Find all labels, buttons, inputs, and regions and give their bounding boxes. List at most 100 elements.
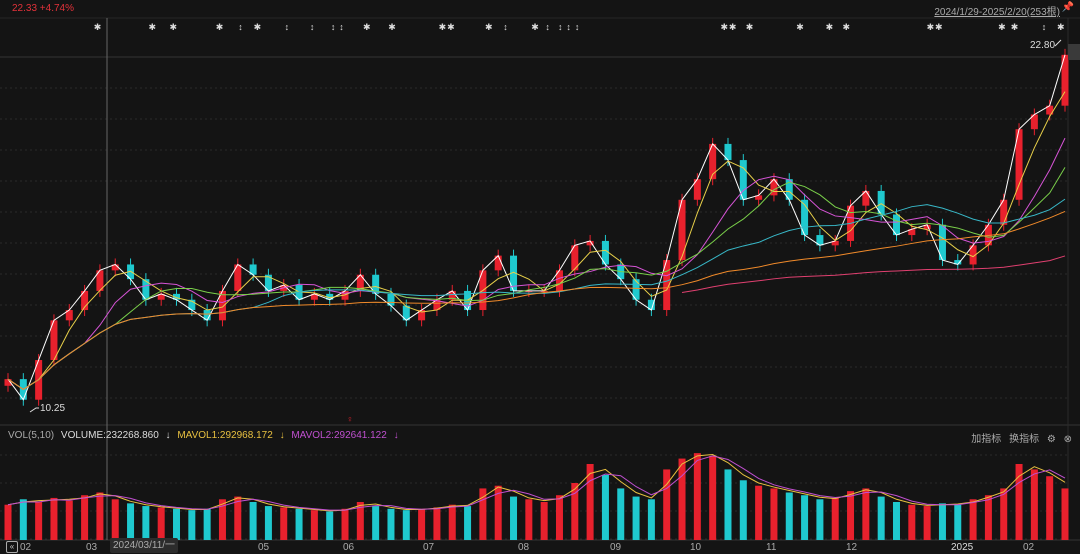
volume-bar bbox=[402, 510, 410, 540]
event-star-icon: ✱ bbox=[729, 22, 737, 32]
volume-bar bbox=[816, 499, 824, 540]
volume-bar bbox=[678, 458, 686, 540]
event-star-icon: ✱ bbox=[998, 22, 1006, 32]
down-arrow-icon: ↓ bbox=[393, 430, 399, 441]
month-label: 2025 bbox=[951, 542, 974, 553]
event-star-icon: ✱ bbox=[796, 22, 804, 32]
month-label: 08 bbox=[518, 542, 530, 553]
month-label: 02 bbox=[1023, 542, 1035, 553]
volume-bar bbox=[295, 508, 303, 540]
volume-bar bbox=[142, 506, 150, 540]
volume-bar bbox=[157, 507, 165, 540]
volume-bar bbox=[127, 503, 135, 540]
volume-bar bbox=[693, 453, 701, 540]
close-icon[interactable]: ⊗ bbox=[1064, 434, 1072, 445]
event-star-icon: ✱ bbox=[94, 22, 102, 32]
volume-bar bbox=[387, 508, 395, 540]
volume-bar bbox=[81, 495, 89, 540]
volume-bar bbox=[847, 491, 855, 540]
volume-bar bbox=[464, 506, 472, 540]
volume-bar bbox=[96, 492, 104, 540]
volume-bar bbox=[617, 488, 625, 540]
volume-bar bbox=[1015, 464, 1023, 540]
gear-icon[interactable]: ⚙ bbox=[1047, 434, 1056, 445]
volume-value: VOLUME:232268.860 bbox=[60, 430, 159, 441]
volume-indicator-header: VOL(5,10) VOLUME:232268.860 ↓ MAVOL1:292… bbox=[8, 430, 403, 441]
event-arrow-icon: ↕ bbox=[503, 22, 508, 32]
event-star-icon: ✱ bbox=[1011, 22, 1019, 32]
mavol2-value: MAVOL2:292641.122 bbox=[291, 430, 387, 441]
volume-bar bbox=[173, 508, 181, 540]
volume-bar bbox=[249, 502, 257, 540]
event-arrow-icon: ↕ bbox=[558, 22, 563, 32]
ma-line-20 bbox=[7, 137, 1066, 391]
month-label: 03 bbox=[86, 542, 98, 553]
volume-bar bbox=[433, 507, 441, 540]
event-star-icon: ✱ bbox=[935, 22, 943, 32]
switch-indicator-button[interactable]: 换指标 bbox=[1009, 434, 1039, 445]
event-star-icon: ✱ bbox=[1057, 22, 1065, 32]
pin-icon[interactable]: 📌 bbox=[1062, 2, 1074, 13]
volume-bar bbox=[510, 496, 518, 540]
event-star-icon: ✱ bbox=[216, 22, 224, 32]
event-star-icon: ✱ bbox=[842, 22, 850, 32]
volume-bar bbox=[831, 497, 839, 540]
ma-line-120 bbox=[7, 210, 1066, 391]
scrollbar-thumb[interactable] bbox=[1068, 44, 1080, 60]
month-label: 06 bbox=[343, 542, 355, 553]
event-star-icon: ✱ bbox=[826, 22, 834, 32]
volume-bar bbox=[632, 496, 640, 540]
volume-bar bbox=[923, 506, 931, 540]
volume-bar bbox=[601, 474, 609, 540]
event-star-icon: ✱ bbox=[439, 22, 447, 32]
add-indicator-button[interactable]: 加指标 bbox=[971, 434, 1001, 445]
month-label: 07 bbox=[423, 542, 435, 553]
volume-bar bbox=[310, 510, 318, 540]
event-star-icon: ✱ bbox=[388, 22, 396, 32]
event-star-icon: ✱ bbox=[254, 22, 262, 32]
signal-icon: ♀ bbox=[347, 414, 354, 424]
volume-bar bbox=[65, 500, 73, 540]
price-change-quote: 22.33 +4.74% bbox=[12, 3, 74, 14]
volume-bar bbox=[418, 508, 426, 540]
volume-bar bbox=[908, 504, 916, 540]
volume-bar bbox=[1046, 476, 1054, 540]
volume-bar bbox=[862, 488, 870, 540]
volume-bar bbox=[188, 510, 196, 540]
indicator-name: VOL(5,10) bbox=[8, 430, 55, 441]
double-chevron-left-icon[interactable]: « bbox=[6, 541, 18, 553]
event-star-icon: ✱ bbox=[447, 22, 455, 32]
volume-bar bbox=[954, 504, 962, 540]
volume-bar bbox=[1061, 488, 1069, 540]
volume-bar bbox=[892, 502, 900, 540]
event-star-icon: ✱ bbox=[721, 22, 729, 32]
volume-bar bbox=[709, 455, 717, 540]
volume-bar bbox=[555, 495, 563, 540]
month-label: 02 bbox=[20, 542, 32, 553]
crosshair-date-label: 2024/03/11/一 bbox=[110, 538, 178, 553]
event-star-icon: ✱ bbox=[531, 22, 539, 32]
volume-bar bbox=[280, 507, 288, 540]
high-pointer bbox=[1054, 39, 1062, 47]
ma-line-10 bbox=[7, 91, 1066, 391]
month-label: 09 bbox=[610, 542, 622, 553]
event-star-icon: ✱ bbox=[746, 22, 754, 32]
event-arrow-icon: ↕ bbox=[545, 22, 550, 32]
volume-bar bbox=[326, 511, 334, 540]
volume-bar bbox=[877, 496, 885, 540]
volume-bar bbox=[111, 499, 119, 540]
high-price-label: 22.80 bbox=[1030, 40, 1056, 51]
event-arrow-icon: ↕ bbox=[238, 22, 243, 32]
ma-line-5 bbox=[7, 54, 1066, 401]
event-star-icon: ✱ bbox=[485, 22, 493, 32]
date-range-label[interactable]: 2024/1/29-2025/2/20(253根) bbox=[934, 3, 1060, 18]
event-arrow-icon: ↕ bbox=[310, 22, 315, 32]
volume-bar bbox=[372, 506, 380, 540]
month-label: 12 bbox=[846, 542, 858, 553]
volume-bar bbox=[35, 502, 43, 540]
volume-bar bbox=[984, 495, 992, 540]
volume-bar bbox=[785, 492, 793, 540]
kline-chart[interactable]: ✱ ✱ ✱ ✱ ↕ ✱ ↕ ↕ ↕ ↕ ✱ ✱ ✱ ✱ ✱ ↕ ✱ ↕ ↕ ↕ ↕ ✱ ✱ ✱ ✱ ✱ ✱ ✱ ✱ ✱ ✱ ↕ ✱♀ bbox=[0, 0, 1080, 554]
volume-bar bbox=[770, 488, 778, 540]
event-star-icon: ✱ bbox=[169, 22, 177, 32]
